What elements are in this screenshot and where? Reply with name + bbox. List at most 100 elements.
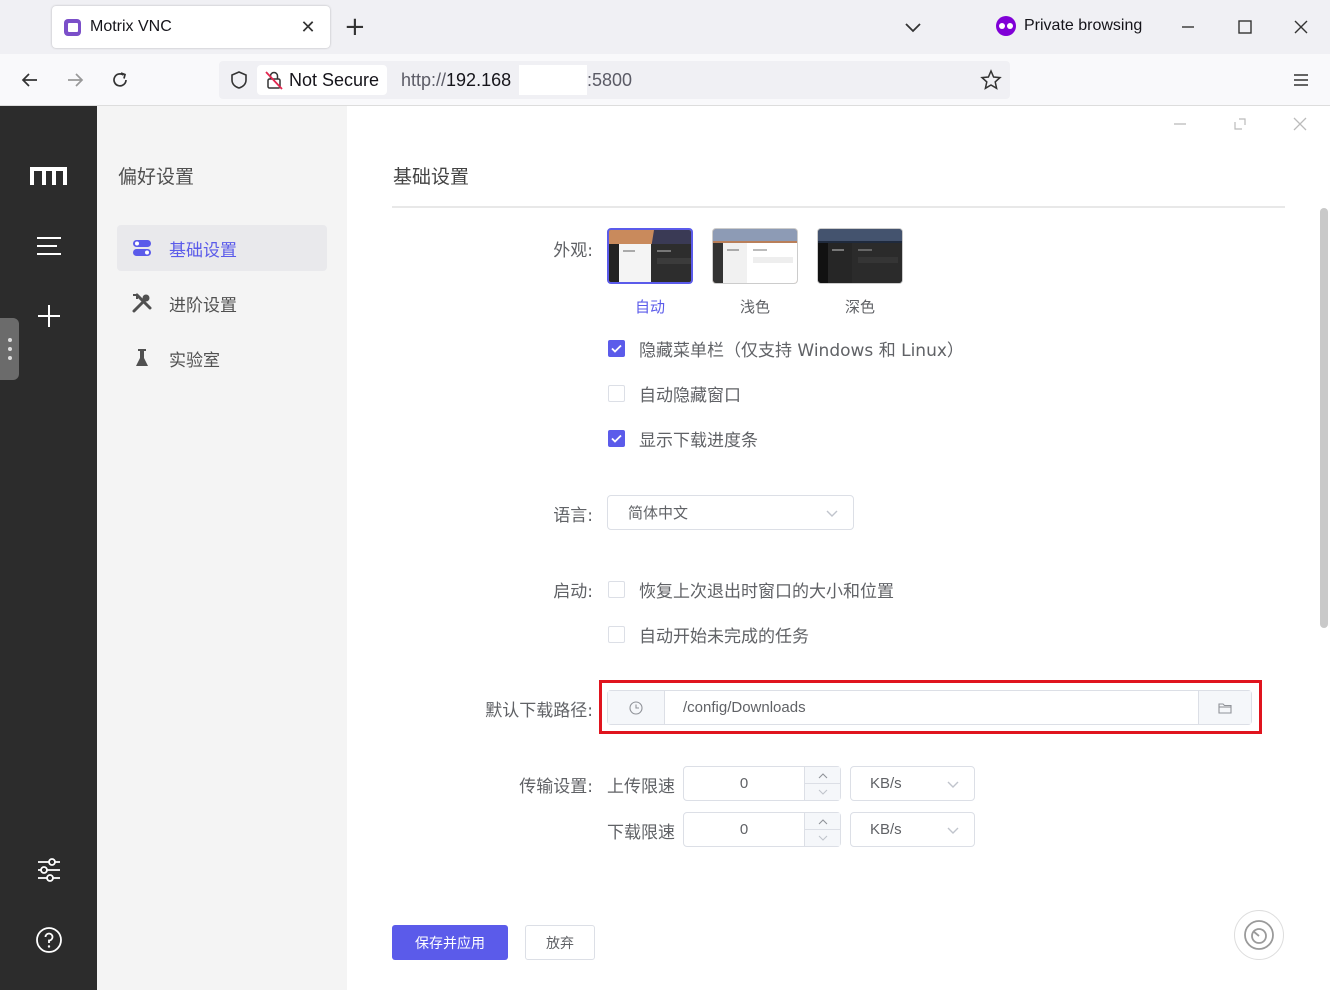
checkbox-unchecked[interactable] bbox=[608, 581, 625, 598]
upload-limit-label: 上传限速 bbox=[607, 777, 675, 797]
close-window-button[interactable] bbox=[1288, 14, 1314, 40]
download-limit-value[interactable]: 0 bbox=[684, 813, 804, 846]
checkbox-label: 显示下载进度条 bbox=[639, 431, 758, 451]
checkbox-label: 自动开始未完成的任务 bbox=[639, 627, 809, 647]
title-divider bbox=[392, 206, 1285, 208]
transfer-label: 传输设置: bbox=[519, 777, 593, 797]
not-secure-chip[interactable]: Not Secure bbox=[257, 65, 388, 95]
browser-tab[interactable]: Motrix VNC ✕ bbox=[52, 6, 330, 48]
download-path-input[interactable]: /config/Downloads bbox=[607, 690, 1252, 725]
download-unit-value: KB/s bbox=[870, 821, 902, 838]
motrix-logo-icon[interactable] bbox=[30, 157, 68, 195]
checkbox-unchecked[interactable] bbox=[608, 385, 625, 402]
checkbox-unchecked[interactable] bbox=[608, 626, 625, 643]
url-port: :5800 bbox=[587, 70, 633, 90]
download-path-value[interactable]: /config/Downloads bbox=[665, 699, 1198, 716]
language-label: 语言: bbox=[553, 506, 593, 526]
nav-item-label: 实验室 bbox=[169, 350, 220, 371]
private-mask-icon bbox=[996, 16, 1016, 36]
list-tabs-chevron-icon[interactable] bbox=[902, 16, 924, 38]
nav-item-advanced[interactable]: 进阶设置 bbox=[117, 280, 327, 326]
help-question-icon[interactable] bbox=[30, 921, 68, 959]
nav-item-basic[interactable]: 基础设置 bbox=[117, 225, 327, 271]
browser-tab-bar: Motrix VNC ✕ + Private browsing bbox=[0, 0, 1330, 54]
chevron-down-icon bbox=[826, 510, 838, 517]
add-task-icon[interactable] bbox=[30, 297, 68, 335]
download-limit-label: 下载限速 bbox=[607, 823, 675, 843]
forward-arrow-icon[interactable] bbox=[61, 66, 89, 94]
not-secure-label: Not Secure bbox=[289, 69, 380, 90]
preferences-sliders-icon[interactable] bbox=[30, 851, 68, 889]
url-host: 192.168 bbox=[446, 70, 512, 90]
url-scheme: http:// bbox=[401, 70, 447, 90]
nav-item-lab[interactable]: 实验室 bbox=[117, 335, 327, 381]
increment-up-icon[interactable] bbox=[805, 813, 840, 830]
tracking-shield-icon[interactable] bbox=[229, 70, 249, 94]
upload-unit-select[interactable]: KB/s bbox=[850, 766, 975, 801]
tab-close-icon[interactable]: ✕ bbox=[298, 17, 318, 38]
app-minimize-icon[interactable] bbox=[1172, 116, 1188, 136]
nav-item-label: 基础设置 bbox=[169, 240, 237, 261]
maximize-window-button[interactable] bbox=[1232, 14, 1258, 40]
app-maximize-icon[interactable] bbox=[1232, 116, 1248, 136]
flask-icon bbox=[131, 347, 153, 369]
theme-light-thumbnail[interactable] bbox=[712, 228, 798, 284]
chevron-down-icon bbox=[947, 781, 959, 788]
startup-label: 启动: bbox=[553, 582, 593, 602]
download-path-label: 默认下载路径: bbox=[485, 701, 593, 721]
task-list-icon[interactable] bbox=[30, 227, 68, 265]
history-clock-icon[interactable] bbox=[608, 691, 665, 724]
checkbox-label: 自动隐藏窗口 bbox=[639, 386, 741, 406]
url-redaction bbox=[519, 65, 587, 95]
page-title: 基础设置 bbox=[393, 166, 470, 188]
checkbox-checked[interactable] bbox=[608, 340, 625, 357]
theme-auto-thumbnail[interactable] bbox=[607, 228, 693, 284]
decrement-down-icon[interactable] bbox=[805, 830, 840, 846]
increment-up-icon[interactable] bbox=[805, 767, 840, 784]
language-value: 简体中文 bbox=[628, 504, 689, 522]
appearance-label: 外观: bbox=[553, 241, 593, 261]
url-text: http://192.168 bbox=[401, 70, 511, 91]
settings-panel: 基础设置 外观: 自动 浅色 深色 隐藏菜单栏（仅支持 Windows 和 Li… bbox=[347, 106, 1330, 990]
download-unit-select[interactable]: KB/s bbox=[850, 812, 975, 847]
upload-limit-value[interactable]: 0 bbox=[684, 767, 804, 800]
upload-limit-input[interactable]: 0 bbox=[683, 766, 841, 801]
theme-light-label[interactable]: 浅色 bbox=[712, 296, 798, 317]
restore-window-checkbox[interactable]: 恢复上次退出时窗口的大小和位置 bbox=[608, 577, 894, 602]
toggle-icon bbox=[131, 237, 153, 259]
checkbox-label: 隐藏菜单栏（仅支持 Windows 和 Linux） bbox=[639, 341, 964, 361]
speedometer-icon[interactable] bbox=[1234, 910, 1284, 960]
discard-button[interactable]: 放弃 bbox=[525, 925, 595, 960]
reload-icon[interactable] bbox=[106, 66, 134, 94]
preferences-title: 偏好设置 bbox=[118, 166, 195, 188]
private-browsing-label: Private browsing bbox=[1024, 17, 1143, 34]
language-select[interactable]: 简体中文 bbox=[607, 495, 854, 530]
resume-tasks-checkbox[interactable]: 自动开始未完成的任务 bbox=[608, 622, 809, 647]
save-apply-button[interactable]: 保存并应用 bbox=[392, 925, 508, 960]
download-limit-input[interactable]: 0 bbox=[683, 812, 841, 847]
chevron-down-icon bbox=[947, 827, 959, 834]
drag-handle[interactable] bbox=[0, 318, 19, 380]
checkbox-checked[interactable] bbox=[608, 430, 625, 447]
show-progress-bar-checkbox[interactable]: 显示下载进度条 bbox=[608, 426, 758, 451]
insecure-lock-icon bbox=[265, 71, 283, 90]
motrix-app: 偏好设置 基础设置 进阶设置 实验室 基础设置 外观: 自动 浅色 深色 隐藏菜… bbox=[0, 106, 1330, 990]
theme-auto-label[interactable]: 自动 bbox=[607, 296, 693, 317]
scrollbar[interactable] bbox=[1320, 208, 1328, 628]
upload-unit-value: KB/s bbox=[870, 775, 902, 792]
decrement-down-icon[interactable] bbox=[805, 784, 840, 800]
folder-icon[interactable] bbox=[1198, 691, 1251, 724]
url-bar[interactable]: Not Secure http://192.168 :5800 bbox=[219, 61, 1010, 99]
hide-menubar-checkbox[interactable]: 隐藏菜单栏（仅支持 Windows 和 Linux） bbox=[608, 336, 964, 361]
theme-dark-label[interactable]: 深色 bbox=[817, 296, 903, 317]
bookmark-star-icon[interactable] bbox=[980, 69, 1002, 95]
auto-hide-window-checkbox[interactable]: 自动隐藏窗口 bbox=[608, 381, 741, 406]
hamburger-menu-icon[interactable] bbox=[1287, 66, 1315, 94]
app-close-icon[interactable] bbox=[1292, 116, 1308, 136]
minimize-window-button[interactable] bbox=[1175, 14, 1201, 40]
tools-icon bbox=[131, 292, 153, 314]
back-arrow-icon[interactable] bbox=[16, 66, 44, 94]
private-browsing-indicator: Private browsing bbox=[996, 16, 1142, 36]
new-tab-button[interactable]: + bbox=[344, 14, 366, 40]
theme-dark-thumbnail[interactable] bbox=[817, 228, 903, 284]
